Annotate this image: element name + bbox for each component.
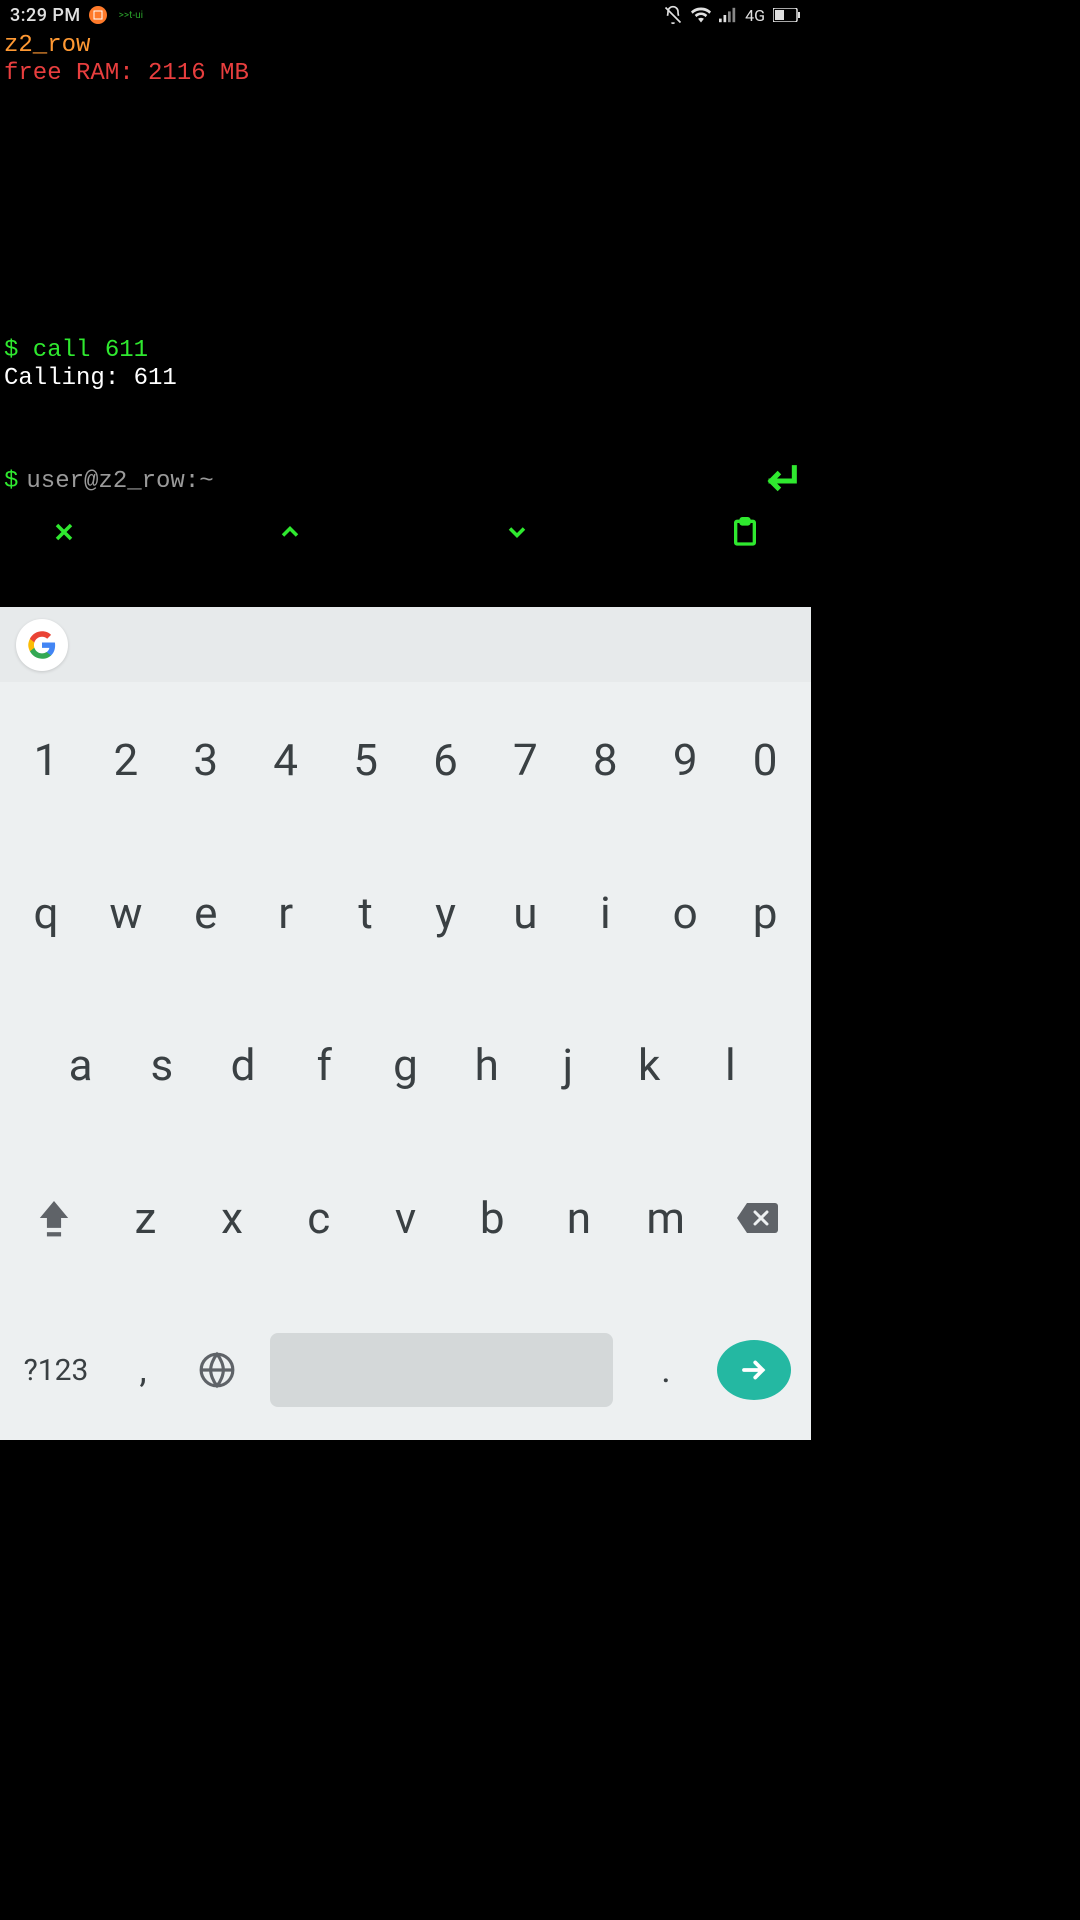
key-0[interactable]: 0 — [725, 700, 805, 820]
terminal-command-line: $ call 611 — [4, 337, 807, 365]
symbols-key[interactable]: ?123 — [6, 1353, 106, 1388]
key-v[interactable]: v — [362, 1158, 449, 1278]
keyboard-row-bot: z x c v b n m — [6, 1158, 805, 1278]
key-t[interactable]: t — [326, 853, 406, 973]
key-4[interactable]: 4 — [246, 700, 326, 820]
keyboard-row-top: q w e r t y u i o p — [6, 853, 805, 973]
app-label: >>t-ui — [119, 10, 143, 21]
key-j[interactable]: j — [527, 1005, 608, 1125]
key-x[interactable]: x — [189, 1158, 276, 1278]
signal-icon — [719, 6, 737, 24]
google-icon[interactable] — [16, 619, 68, 671]
key-2[interactable]: 2 — [86, 700, 166, 820]
status-right: 4G — [663, 5, 801, 25]
key-c[interactable]: c — [275, 1158, 362, 1278]
key-7[interactable]: 7 — [485, 700, 565, 820]
terminal-input-row[interactable]: $ user@z2_row:~ — [0, 458, 811, 504]
key-p[interactable]: p — [725, 853, 805, 973]
chevron-up-icon[interactable] — [276, 518, 304, 546]
status-bar: 3:29 PM >>t-ui 4G — [0, 0, 811, 30]
status-left: 3:29 PM >>t-ui — [10, 5, 143, 26]
key-f[interactable]: f — [284, 1005, 365, 1125]
key-g[interactable]: g — [365, 1005, 446, 1125]
key-i[interactable]: i — [565, 853, 645, 973]
key-u[interactable]: u — [485, 853, 565, 973]
key-s[interactable]: s — [121, 1005, 202, 1125]
key-o[interactable]: o — [645, 853, 725, 973]
keyboard-row-mid: a s d f g h j k l — [6, 1005, 805, 1125]
terminal-toolbar — [0, 504, 811, 560]
enter-key[interactable] — [717, 1340, 791, 1400]
terminal-host-line: z2_row — [4, 32, 807, 60]
wifi-icon — [691, 5, 711, 25]
key-r[interactable]: r — [246, 853, 326, 973]
key-d[interactable]: d — [202, 1005, 283, 1125]
key-w[interactable]: w — [86, 853, 166, 973]
keyboard-suggestion-bar — [0, 607, 811, 682]
clipboard-icon[interactable] — [729, 516, 761, 548]
keyboard-row-bottom: ?123 , . — [6, 1310, 805, 1430]
key-h[interactable]: h — [446, 1005, 527, 1125]
key-q[interactable]: q — [6, 853, 86, 973]
shift-key[interactable] — [12, 1176, 96, 1260]
close-icon[interactable] — [50, 518, 78, 546]
period-key[interactable]: . — [629, 1349, 703, 1391]
key-k[interactable]: k — [609, 1005, 690, 1125]
space-key[interactable] — [270, 1333, 613, 1407]
keyboard-row-numbers: 1 2 3 4 5 6 7 8 9 0 — [6, 700, 805, 820]
network-type: 4G — [745, 6, 765, 25]
key-m[interactable]: m — [622, 1158, 709, 1278]
key-a[interactable]: a — [40, 1005, 121, 1125]
key-y[interactable]: y — [406, 853, 486, 973]
status-time: 3:29 PM — [10, 5, 81, 26]
key-8[interactable]: 8 — [565, 700, 645, 820]
prompt-text: user@z2_row:~ — [26, 468, 213, 495]
enter-icon[interactable] — [761, 461, 801, 501]
chevron-down-icon[interactable] — [503, 518, 531, 546]
key-n[interactable]: n — [536, 1158, 623, 1278]
key-b[interactable]: b — [449, 1158, 536, 1278]
backspace-key[interactable] — [715, 1176, 799, 1260]
key-3[interactable]: 3 — [166, 700, 246, 820]
comma-key[interactable]: , — [106, 1349, 180, 1391]
terminal-output-line: Calling: 611 — [4, 365, 807, 393]
globe-key[interactable] — [180, 1351, 254, 1389]
key-1[interactable]: 1 — [6, 700, 86, 820]
vibrate-icon — [663, 5, 683, 25]
key-6[interactable]: 6 — [406, 700, 486, 820]
screenshot-icon — [89, 6, 107, 24]
terminal-ram-line: free RAM: 2116 MB — [4, 60, 807, 88]
key-l[interactable]: l — [690, 1005, 771, 1125]
key-9[interactable]: 9 — [645, 700, 725, 820]
soft-keyboard: 1 2 3 4 5 6 7 8 9 0 q w e r t y u i o p … — [0, 682, 811, 1440]
prompt-symbol: $ — [4, 468, 18, 495]
key-z[interactable]: z — [102, 1158, 189, 1278]
key-5[interactable]: 5 — [326, 700, 406, 820]
key-e[interactable]: e — [166, 853, 246, 973]
battery-icon — [773, 8, 801, 22]
terminal-output[interactable]: z2_row free RAM: 2116 MB $ call 611 Call… — [0, 30, 811, 458]
